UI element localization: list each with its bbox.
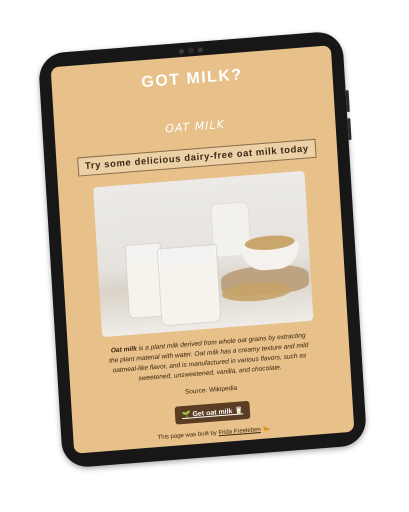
screen: GOT MILK? OAT MILK Try some delicious da… [50,45,355,454]
description: Oat milk is a plant milk derived from wh… [106,331,313,387]
author-link[interactable]: Frida Freeleben [218,427,261,436]
milk-glass-icon: 🥛 [234,407,244,415]
page-title: GOT MILK? [140,66,244,92]
description-term: Oat milk [110,345,138,355]
description-text: is a plant milk derived from whole oat g… [109,332,309,383]
camera-bar [178,46,203,54]
source-link[interactable]: Wikipedia [209,385,238,394]
tablet-device: GOT MILK? OAT MILK Try some delicious da… [37,30,368,469]
footer-prefix: This page was built by [157,430,218,442]
tagline: Try some delicious dairy-free oat milk t… [77,138,317,177]
sensor-dot [197,46,203,53]
footer: This page was built by Frida Freeleben 🐆 [73,419,354,448]
footer-emoji-icon: 🐆 [262,426,271,433]
oat-milk-photo [92,170,314,338]
sensor-dot [178,48,184,54]
volume-up-button[interactable] [345,90,350,113]
milk-glass-front [156,243,221,327]
seedling-icon: 🌱 [181,411,191,420]
volume-down-button[interactable] [347,118,352,141]
camera-icon [187,47,194,54]
cta-label: Get oat milk [192,408,233,419]
get-oat-milk-button[interactable]: 🌱 Get oat milk 🥛 [174,400,251,425]
source-label: Source: [184,387,208,396]
